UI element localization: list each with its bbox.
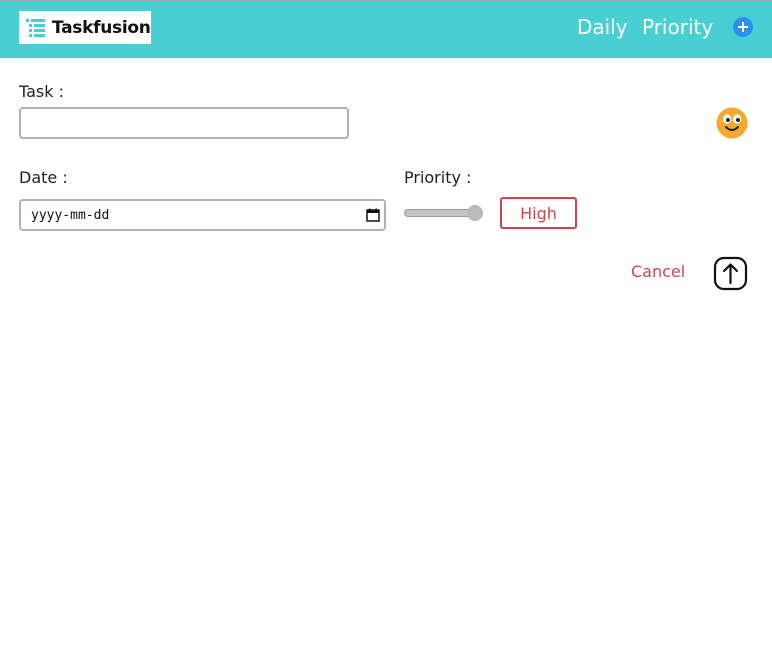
- app-logo[interactable]: Taskfusion: [19, 11, 151, 44]
- upload-arrow-icon[interactable]: [713, 256, 748, 291]
- task-input[interactable]: [19, 107, 349, 139]
- list-icon: [26, 18, 45, 37]
- smiley-face-icon[interactable]: [716, 107, 748, 139]
- date-label: Date :: [19, 168, 68, 187]
- priority-value-badge[interactable]: High: [500, 197, 577, 229]
- priority-slider[interactable]: [404, 205, 484, 221]
- slider-thumb[interactable]: [467, 205, 483, 221]
- priority-label: Priority :: [404, 168, 472, 187]
- task-label: Task :: [19, 82, 65, 101]
- nav-priority[interactable]: Priority: [642, 15, 713, 39]
- date-input[interactable]: yyyy-mm-dd: [19, 199, 386, 231]
- cancel-button[interactable]: Cancel: [631, 262, 685, 281]
- app-header: Taskfusion Daily Priority: [0, 0, 772, 58]
- calendar-icon[interactable]: [366, 208, 380, 222]
- date-placeholder: yyyy-mm-dd: [31, 207, 110, 223]
- plus-circle-icon: [738, 22, 748, 32]
- add-task-button[interactable]: [733, 17, 753, 37]
- app-name: Taskfusion: [52, 17, 151, 38]
- nav-daily[interactable]: Daily: [577, 15, 628, 39]
